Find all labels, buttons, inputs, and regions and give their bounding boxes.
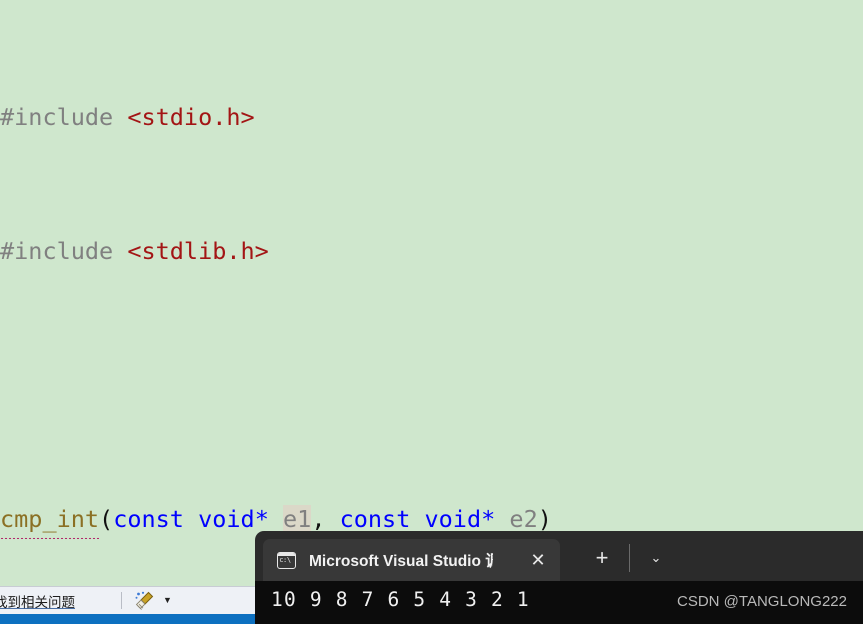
terminal-output-area[interactable]: 10 9 8 7 6 5 4 3 2 1 CSDN @TANGLONG222: [255, 581, 863, 624]
include-header: <stdlib.h>: [127, 236, 269, 265]
punct: [495, 505, 509, 533]
code-line-blank[interactable]: [0, 369, 863, 403]
punct: [269, 505, 283, 533]
close-icon[interactable]: ✕: [526, 548, 550, 572]
punct: *: [481, 504, 496, 533]
code-surface[interactable]: #include <stdio.h> #include <stdlib.h> c…: [0, 0, 863, 586]
preprocessor-directive: #include: [0, 102, 128, 131]
terminal-tab-title: Microsoft Visual Studio 调试控: [309, 553, 493, 570]
code-line[interactable]: #include <stdio.h>: [0, 101, 863, 135]
punct: ,: [311, 504, 340, 533]
keyword-void: void: [198, 504, 255, 533]
status-message[interactable]: 找到相关问题: [0, 591, 75, 611]
function-name-cmp-int: cmp_int: [0, 503, 100, 539]
chevron-down-icon[interactable]: ⌄: [639, 542, 673, 574]
keyword-const: const: [113, 504, 184, 533]
param-e1: e1: [283, 504, 312, 533]
chevron-down-icon[interactable]: ▼: [163, 596, 172, 605]
param-e2: e2: [509, 504, 538, 533]
console-icon: c:\: [277, 551, 296, 569]
punct: (: [99, 504, 114, 533]
toolbar-divider: [629, 544, 630, 572]
console-window[interactable]: c:\ Microsoft Visual Studio 调试控 ✕ + ⌄ 10…: [255, 531, 863, 624]
watermark: CSDN @TANGLONG222: [677, 593, 847, 610]
include-header: <stdio.h>: [127, 102, 255, 131]
punct: *: [254, 504, 269, 533]
code-line[interactable]: #include <stdlib.h>: [0, 235, 863, 269]
terminal-tab[interactable]: c:\ Microsoft Visual Studio 调试控 ✕: [263, 539, 560, 581]
terminal-output-text: 10 9 8 7 6 5 4 3 2 1: [271, 588, 530, 611]
punct: [184, 505, 198, 533]
punct: [410, 505, 424, 533]
broom-icon[interactable]: [134, 591, 156, 611]
terminal-title-bar[interactable]: c:\ Microsoft Visual Studio 调试控 ✕ + ⌄: [255, 531, 863, 581]
preprocessor-directive: #include: [0, 236, 128, 265]
keyword-const: const: [339, 504, 411, 533]
new-tab-icon[interactable]: +: [585, 542, 619, 574]
punct: ): [537, 504, 552, 533]
keyword-void: void: [424, 504, 482, 533]
console-icon-label: c:\: [279, 556, 291, 565]
status-separator: [121, 592, 122, 609]
code-editor-pane[interactable]: #include <stdio.h> #include <stdlib.h> c…: [0, 0, 863, 586]
